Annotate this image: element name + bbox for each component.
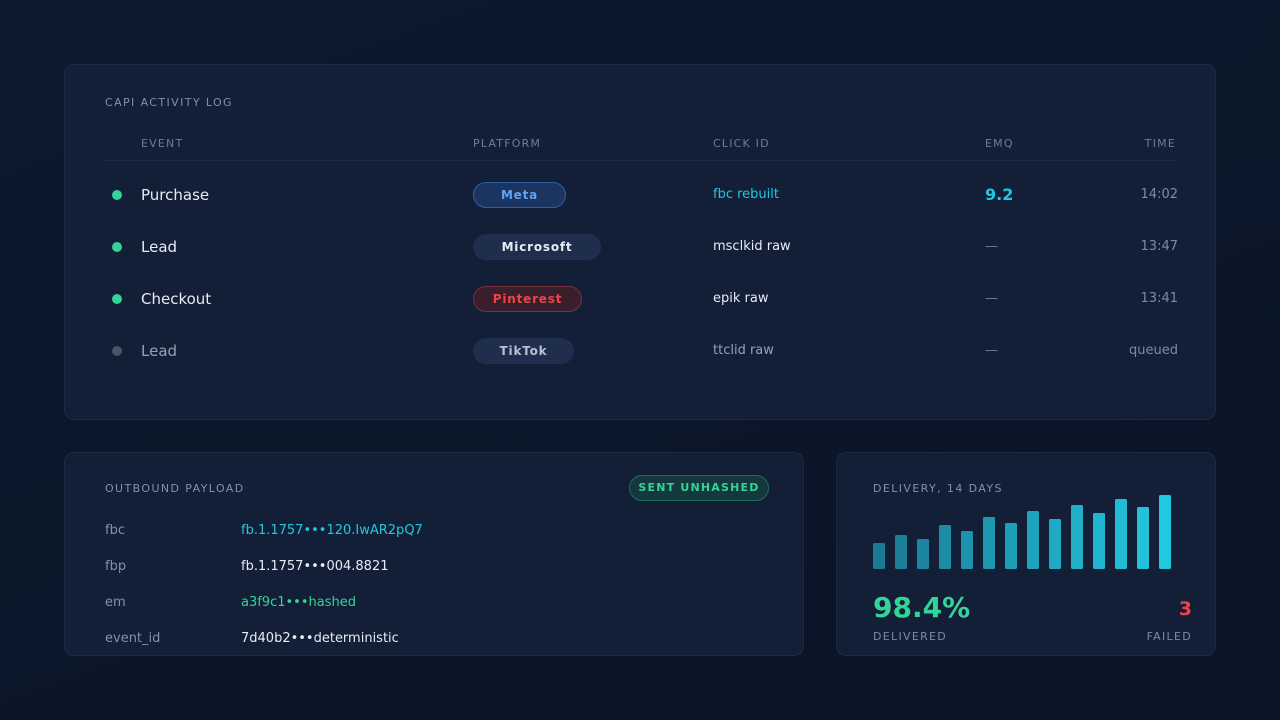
status-dot-active bbox=[112, 190, 122, 200]
event-name: Checkout bbox=[141, 290, 212, 308]
activity-log-title: CAPI ACTIVITY LOG bbox=[105, 96, 233, 109]
status-dot-active bbox=[112, 294, 122, 304]
event-name: Purchase bbox=[141, 186, 210, 204]
payload-value-event-id[interactable]: 7d40b2•••deterministic bbox=[241, 631, 399, 646]
delivered-label: DELIVERED bbox=[873, 630, 948, 643]
status-dot-queued bbox=[112, 346, 122, 356]
event-time: 13:41 bbox=[1140, 291, 1178, 306]
platform-badge-meta: Meta bbox=[473, 182, 566, 208]
status-dot-active bbox=[112, 242, 122, 252]
column-header-event[interactable]: EVENT bbox=[141, 137, 183, 150]
failed-label: FAILED bbox=[1146, 630, 1192, 643]
emq-score: — bbox=[985, 239, 998, 254]
delivery-bar-day-3 bbox=[917, 539, 929, 569]
event-time: queued bbox=[1129, 343, 1178, 358]
column-header-time[interactable]: TIME bbox=[1145, 137, 1176, 150]
log-row-purchase[interactable]: Purchase Meta fbc rebuilt 9.2 14:02 bbox=[65, 169, 1217, 221]
platform-badge-microsoft: Microsoft bbox=[473, 234, 601, 260]
payload-key-fbc: fbc bbox=[105, 523, 125, 538]
emq-score: 9.2 bbox=[985, 185, 1014, 204]
delivery-bar-day-1 bbox=[873, 543, 885, 569]
delivery-bar-day-2 bbox=[895, 535, 907, 569]
delivered-rate: 98.4% bbox=[873, 591, 971, 624]
payload-key-event-id: event_id bbox=[105, 631, 161, 646]
delivery-panel: DELIVERY, 14 DAYS 98.4% 3 DELIVERED FAIL… bbox=[836, 452, 1216, 656]
emq-score: — bbox=[985, 291, 998, 306]
click-id-value: fbc rebuilt bbox=[713, 187, 779, 202]
delivery-bar-day-14 bbox=[1159, 495, 1171, 569]
platform-badge-tiktok: TikTok bbox=[473, 338, 574, 364]
delivery-bar-day-13 bbox=[1137, 507, 1149, 569]
outbound-payload-panel: OUTBOUND PAYLOAD SENT UNHASHED fbc fb.1.… bbox=[64, 452, 804, 656]
click-id-value: epik raw bbox=[713, 291, 769, 306]
header-divider bbox=[105, 160, 1177, 161]
delivery-bar-day-7 bbox=[1005, 523, 1017, 569]
column-header-click-id[interactable]: CLICK ID bbox=[713, 137, 770, 150]
sent-unhashed-badge: SENT UNHASHED bbox=[629, 475, 769, 501]
payload-value-em[interactable]: a3f9c1•••hashed bbox=[241, 595, 356, 610]
delivery-bar-day-12 bbox=[1115, 499, 1127, 569]
delivery-bar-day-6 bbox=[983, 517, 995, 569]
event-name: Lead bbox=[141, 238, 178, 256]
platform-badge-pinterest: Pinterest bbox=[473, 286, 582, 312]
click-id-value: ttclid raw bbox=[713, 343, 774, 358]
delivery-bar-day-8 bbox=[1027, 511, 1039, 569]
column-header-emq[interactable]: EMQ bbox=[985, 137, 1014, 150]
event-name: Lead bbox=[141, 342, 178, 360]
event-time: 14:02 bbox=[1140, 187, 1178, 202]
payload-key-em: em bbox=[105, 595, 126, 610]
event-time: 13:47 bbox=[1140, 239, 1178, 254]
delivery-bar-day-4 bbox=[939, 525, 951, 569]
delivery-bar-chart bbox=[873, 495, 1171, 569]
delivery-bar-day-11 bbox=[1093, 513, 1105, 569]
log-row-checkout[interactable]: Checkout Pinterest epik raw — 13:41 bbox=[65, 273, 1217, 325]
payload-value-fbc[interactable]: fb.1.1757•••120.IwAR2pQ7 bbox=[241, 523, 423, 538]
delivery-bar-day-9 bbox=[1049, 519, 1061, 569]
log-row-lead[interactable]: Lead Microsoft msclkid raw — 13:47 bbox=[65, 221, 1217, 273]
payload-value-fbp[interactable]: fb.1.1757•••004.8821 bbox=[241, 559, 388, 574]
delivery-bar-day-10 bbox=[1071, 505, 1083, 569]
log-row-lead-queued[interactable]: Lead TikTok ttclid raw — queued bbox=[65, 325, 1217, 377]
activity-log-panel: CAPI ACTIVITY LOG EVENT PLATFORM CLICK I… bbox=[64, 64, 1216, 420]
payload-title: OUTBOUND PAYLOAD bbox=[105, 482, 245, 495]
failed-count: 3 bbox=[1178, 598, 1192, 620]
click-id-value: msclkid raw bbox=[713, 239, 791, 254]
delivery-bar-day-5 bbox=[961, 531, 973, 569]
payload-key-fbp: fbp bbox=[105, 559, 127, 574]
column-header-platform[interactable]: PLATFORM bbox=[473, 137, 541, 150]
emq-score: — bbox=[985, 343, 998, 358]
